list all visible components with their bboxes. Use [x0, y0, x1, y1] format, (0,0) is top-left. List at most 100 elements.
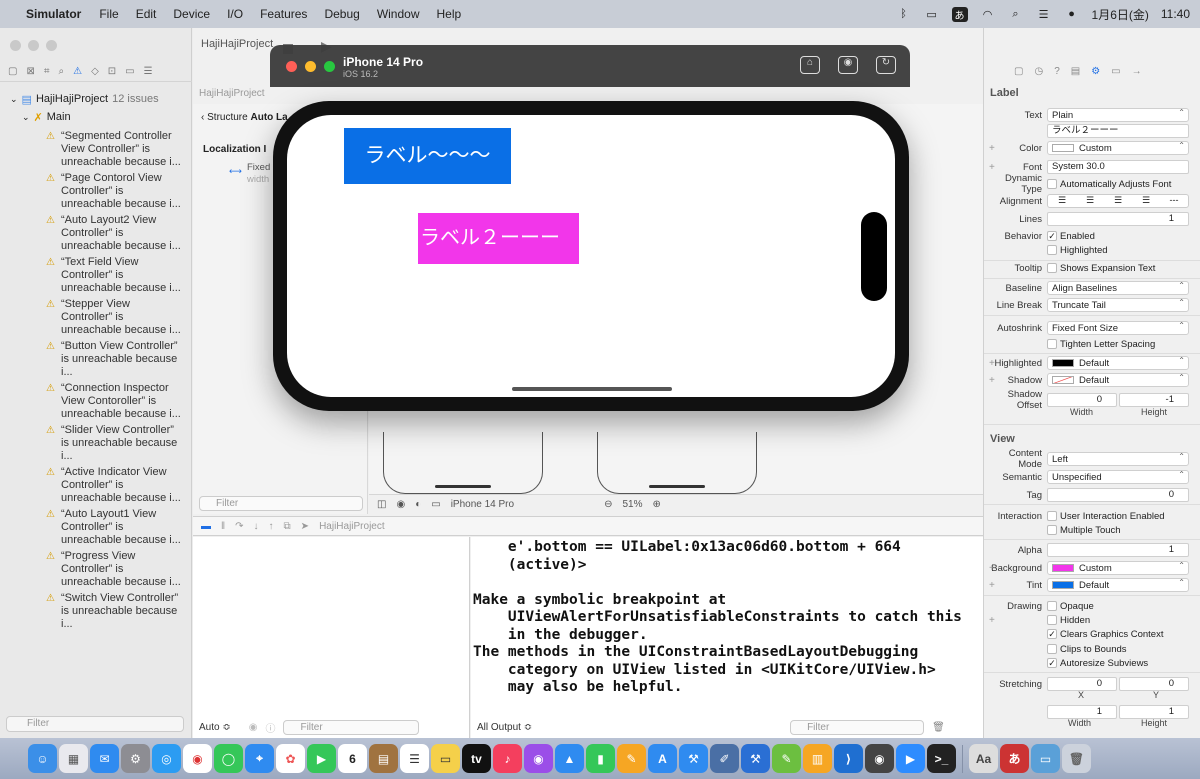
- attributes-inspector-icon[interactable]: ⚙: [1091, 66, 1100, 80]
- trash-icon[interactable]: 🗑: [1062, 744, 1091, 773]
- group-row[interactable]: ⌄ ✗ Main: [0, 108, 192, 126]
- reminders-icon[interactable]: ☰: [400, 744, 429, 773]
- device-selector[interactable]: iPhone 14 Pro: [451, 499, 514, 510]
- disclosure-chevron-icon[interactable]: ⌄: [10, 94, 18, 105]
- facetime-icon[interactable]: ▶: [307, 744, 336, 773]
- debug-icon[interactable]: ⊡: [108, 66, 116, 77]
- user-interaction-checkbox[interactable]: [1047, 511, 1057, 521]
- appearance-icon[interactable]: ◐: [415, 499, 421, 510]
- maps-icon[interactable]: ⌖: [245, 744, 274, 773]
- screenshot-icon[interactable]: ◉: [838, 56, 858, 74]
- multiple-touch-checkbox[interactable]: [1047, 525, 1057, 535]
- battery-icon[interactable]: ▭: [924, 8, 940, 21]
- kotoeri-icon[interactable]: あ: [1000, 744, 1029, 773]
- scheme-label[interactable]: HajiHajiProject: [201, 38, 273, 50]
- issue-item[interactable]: ⚠ “Switch View Controller” is unreachable…: [0, 592, 192, 631]
- home-indicator[interactable]: [512, 387, 672, 391]
- debug-project-label[interactable]: HajiHajiProject: [319, 521, 385, 532]
- semantic-select[interactable]: Unspecified: [1047, 470, 1189, 484]
- history-inspector-icon[interactable]: ◷: [1034, 66, 1043, 80]
- align-right-icon[interactable]: ☰: [1104, 195, 1132, 207]
- issue-item[interactable]: ⚠ “Slider View Controller” is unreachable…: [0, 424, 192, 463]
- tag-stepper[interactable]: 0: [1047, 488, 1189, 502]
- enabled-checkbox[interactable]: ✓: [1047, 231, 1057, 241]
- menu-help[interactable]: Help: [437, 7, 462, 21]
- stretch-y-field[interactable]: 0: [1119, 677, 1189, 691]
- accessibility-icon[interactable]: ◉: [396, 499, 405, 510]
- photos-icon[interactable]: ✿: [276, 744, 305, 773]
- baseline-select[interactable]: Align Baselines: [1047, 281, 1189, 295]
- output-mode-select[interactable]: All Output ≎: [477, 722, 532, 733]
- line-break-select[interactable]: Truncate Tail: [1047, 298, 1189, 312]
- plus-icon[interactable]: +: [989, 375, 995, 386]
- shadow-offset-width[interactable]: 0: [1047, 393, 1117, 407]
- rotate-icon[interactable]: ↻: [876, 56, 896, 74]
- sketch-icon[interactable]: ✎: [772, 744, 801, 773]
- github-desktop-icon[interactable]: ◉: [865, 744, 894, 773]
- podcasts-icon[interactable]: ◉: [524, 744, 553, 773]
- issue-item[interactable]: ⚠ “Auto Layout2 View Controller” is unrea…: [0, 214, 192, 253]
- align-natural-icon[interactable]: ---: [1160, 195, 1188, 207]
- issue-item[interactable]: ⚠ “Connection Inspector View Contoroller”…: [0, 382, 192, 421]
- bluetooth-icon[interactable]: ᛒ: [896, 8, 912, 20]
- lines-stepper[interactable]: 1: [1047, 212, 1189, 226]
- menubar-time[interactable]: 11:40: [1161, 7, 1190, 21]
- clears-checkbox[interactable]: ✓: [1047, 629, 1057, 639]
- plus-icon[interactable]: +: [989, 358, 995, 369]
- step-over-icon[interactable]: ↷: [235, 521, 243, 532]
- align-left-icon[interactable]: ☰: [1048, 195, 1076, 207]
- chevron-left-icon[interactable]: ‹: [201, 112, 204, 123]
- trash-icon[interactable]: 🗑: [932, 722, 945, 733]
- close-button[interactable]: [286, 61, 297, 72]
- terminal-icon[interactable]: >_: [927, 744, 956, 773]
- minimize-button[interactable]: [28, 40, 39, 51]
- info-icon[interactable]: ⓘ: [265, 720, 275, 735]
- alpha-stepper[interactable]: 1: [1047, 543, 1189, 557]
- vscode-icon[interactable]: ⟩: [834, 744, 863, 773]
- plus-icon[interactable]: +: [989, 143, 995, 154]
- view-hierarchy-icon[interactable]: ⧉: [284, 521, 291, 532]
- text-type-select[interactable]: Plain: [1047, 108, 1189, 122]
- zoom-in-icon[interactable]: ⊕: [652, 499, 660, 510]
- menu-device[interactable]: Device: [173, 7, 210, 21]
- autoshrink-select[interactable]: Fixed Font Size: [1047, 321, 1189, 335]
- safari-icon[interactable]: ◎: [152, 744, 181, 773]
- wifi-icon[interactable]: ◠: [980, 8, 996, 21]
- tint-color-select[interactable]: Default: [1047, 578, 1189, 592]
- align-center-icon[interactable]: ☰: [1076, 195, 1104, 207]
- file-inspector-icon[interactable]: ▢: [1014, 66, 1023, 80]
- issue-item[interactable]: ⚠ “Page Contorol View Controller” is unre…: [0, 172, 192, 211]
- stretch-width-field[interactable]: 1: [1047, 705, 1117, 719]
- symbol-icon[interactable]: ⌗: [44, 66, 50, 77]
- console-output[interactable]: e'.bottom == UILabel:0x13ac06d60.bottom …: [471, 537, 983, 738]
- instruments-icon[interactable]: ✐: [710, 744, 739, 773]
- pages-icon[interactable]: ✎: [617, 744, 646, 773]
- navigator-filter-input[interactable]: Filter: [6, 716, 184, 732]
- siri-icon[interactable]: ●: [1064, 8, 1080, 20]
- plus-icon[interactable]: +: [989, 563, 995, 574]
- preview-icon[interactable]: ▭: [1031, 744, 1060, 773]
- notes-app-icon[interactable]: ▤: [369, 744, 398, 773]
- highlighted-color-select[interactable]: Default: [1047, 356, 1189, 370]
- breadcrumb[interactable]: HajiHajiProject: [199, 88, 265, 99]
- background-color-select[interactable]: Custom: [1047, 561, 1189, 575]
- connections-inspector-icon[interactable]: →: [1132, 66, 1142, 80]
- sidebar-toggle-icon[interactable]: ◫: [377, 499, 386, 510]
- plus-icon[interactable]: +: [989, 580, 995, 591]
- calendar-icon[interactable]: 6: [338, 744, 367, 773]
- chrome-icon[interactable]: ◉: [183, 744, 212, 773]
- zoom-out-icon[interactable]: ⊖: [604, 499, 612, 510]
- issue-icon[interactable]: ⚠: [73, 66, 82, 77]
- minimize-button[interactable]: [305, 61, 316, 72]
- menubar-date[interactable]: 1月6日(金): [1092, 6, 1149, 23]
- menu-window[interactable]: Window: [377, 7, 420, 21]
- apple-tv-icon[interactable]: tv: [462, 744, 491, 773]
- font-book-icon[interactable]: Aa: [969, 744, 998, 773]
- menu-io[interactable]: I/O: [227, 7, 243, 21]
- font-field[interactable]: System 30.0: [1047, 160, 1189, 174]
- spotlight-search-icon[interactable]: ⌕: [1008, 8, 1024, 20]
- variables-mode-select[interactable]: Auto ≎: [199, 722, 231, 733]
- alignment-segmented-control[interactable]: ☰ ☰ ☰ ☰ ---: [1047, 194, 1189, 208]
- structure-row[interactable]: ‹ Structure Auto La: [201, 112, 288, 123]
- books-icon[interactable]: ▥: [803, 744, 832, 773]
